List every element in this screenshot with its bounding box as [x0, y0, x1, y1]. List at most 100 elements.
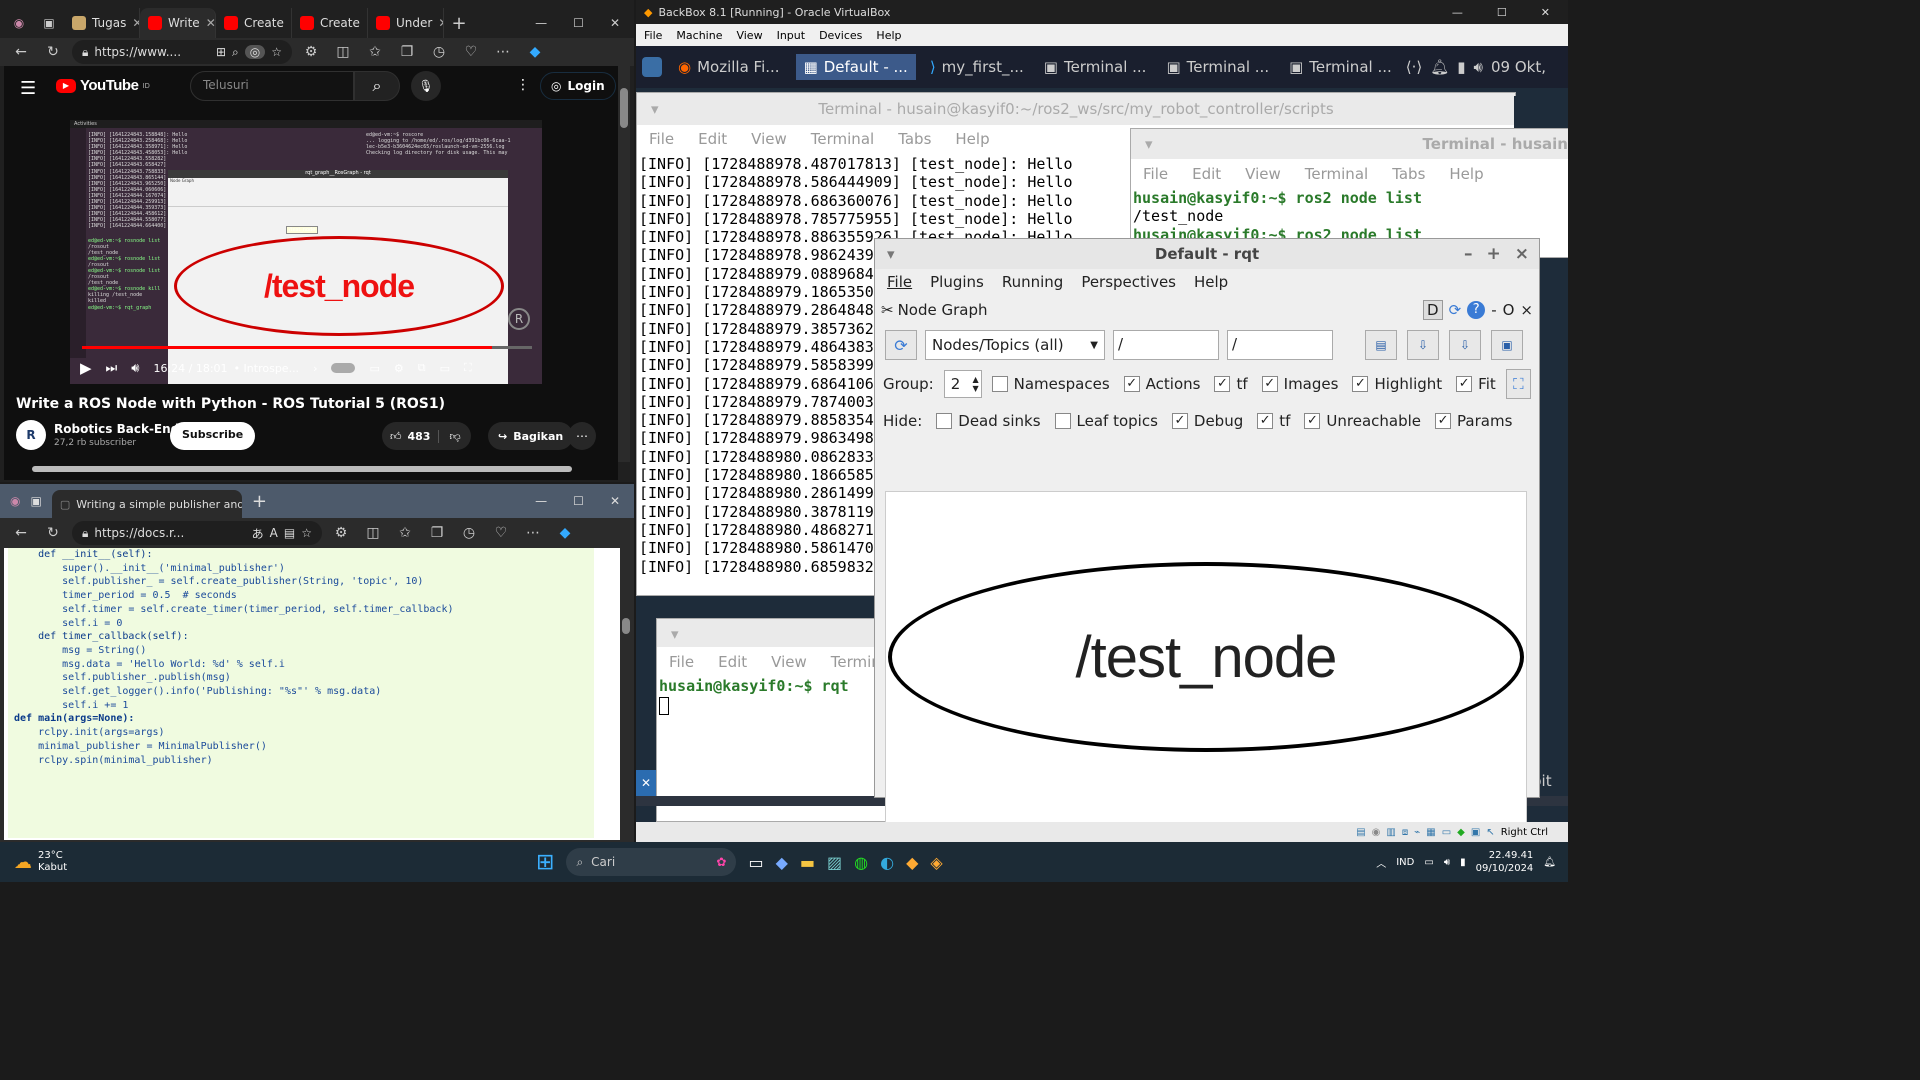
menu-tabs[interactable]: Tabs: [1392, 165, 1425, 183]
menu-plugins[interactable]: Plugins: [930, 273, 984, 291]
fit-view-icon[interactable]: ⛶: [1505, 369, 1531, 399]
menu-file[interactable]: File: [649, 130, 674, 148]
app-icon[interactable]: ◈: [930, 853, 942, 872]
menu-running[interactable]: Running: [1002, 273, 1063, 291]
collections-icon[interactable]: ❐: [394, 44, 420, 60]
mouse-icon[interactable]: ↖: [1486, 827, 1494, 838]
copilot-icon[interactable]: ◆: [552, 525, 578, 541]
network-icon[interactable]: ▭: [1424, 857, 1433, 868]
checkbox-debug[interactable]: ✓ Debug: [1171, 412, 1243, 430]
next-icon[interactable]: ⏭: [106, 361, 118, 376]
usb-icon[interactable]: ⌁: [1414, 827, 1420, 838]
menu-tabs[interactable]: Tabs: [898, 130, 931, 148]
empty-checkbox-icon[interactable]: [991, 376, 1008, 392]
load-dot-icon[interactable]: ▤: [1365, 330, 1397, 360]
node-ellipse[interactable]: /test_node: [888, 562, 1524, 752]
reload-icon[interactable]: ⟳: [1449, 301, 1462, 319]
menu-machine[interactable]: Machine: [676, 29, 722, 42]
float-panel-button[interactable]: O: [1503, 301, 1515, 319]
profile-icon[interactable]: ◉: [4, 8, 34, 38]
favorites-icon[interactable]: ✩: [392, 525, 418, 541]
checkbox-actions[interactable]: ✓ Actions: [1123, 375, 1200, 393]
fullscreen-icon[interactable]: ⛶: [464, 361, 472, 375]
start-icon[interactable]: ⊞: [536, 850, 554, 875]
volume-icon[interactable]: 🔊︎: [1444, 857, 1450, 868]
network-icon[interactable]: ⟨·⟩: [1406, 58, 1422, 76]
window-menu-icon[interactable]: ▾: [887, 245, 895, 263]
copilot-icon[interactable]: ◆: [776, 853, 788, 872]
minimize-icon[interactable]: —: [535, 16, 547, 30]
menu-input[interactable]: Input: [777, 29, 805, 42]
channel-name[interactable]: Robotics Back-End: [54, 422, 179, 436]
dislike-button[interactable]: 👎︎: [438, 429, 470, 443]
empty-checkbox-icon[interactable]: [936, 413, 953, 429]
shared-folder-icon[interactable]: ▦: [1426, 827, 1435, 838]
battery-icon[interactable]: ▮: [1460, 857, 1466, 868]
more-icon[interactable]: ⋯: [520, 525, 546, 541]
node-filter-input[interactable]: /: [1113, 330, 1219, 360]
checkbox-images[interactable]: ✓ Images: [1261, 375, 1338, 393]
more-actions-icon[interactable]: ⋯: [568, 422, 596, 450]
language-indicator[interactable]: IND: [1396, 857, 1414, 868]
tab-docs[interactable]: ▢Writing a simple publisher and su✕: [51, 490, 242, 518]
menu-icon[interactable]: ☰: [20, 78, 36, 99]
save-dot-icon[interactable]: ⇩: [1407, 330, 1439, 360]
history-icon[interactable]: ◷: [426, 44, 452, 60]
miniplayer-icon[interactable]: ⧉: [418, 361, 426, 375]
window-menu-icon[interactable]: ▾: [1145, 135, 1153, 153]
checkbox-namespaces[interactable]: Namespaces: [991, 375, 1110, 393]
tab-create-2[interactable]: Create✕: [292, 8, 368, 38]
extensions-icon[interactable]: ⚙: [298, 44, 324, 60]
chapter-title[interactable]: • Introspe...: [234, 362, 300, 375]
checkmark-icon[interactable]: ✓: [1352, 376, 1369, 392]
minimize-panel-button[interactable]: -: [1491, 301, 1496, 319]
network-icon[interactable]: ⧈: [1402, 827, 1408, 838]
scrollbar-thumb[interactable]: [622, 618, 630, 634]
translate-icon[interactable]: あ: [252, 525, 264, 542]
settings-icon[interactable]: ⚙: [394, 362, 404, 375]
microphone-icon[interactable]: 🎙︎: [411, 71, 441, 101]
checkbox-leaf-topics[interactable]: Leaf topics: [1054, 412, 1158, 430]
login-button[interactable]: ◎ Login: [540, 72, 616, 100]
new-tab-button[interactable]: +: [252, 491, 267, 512]
maximize-icon[interactable]: ☐: [1497, 6, 1507, 19]
photos-icon[interactable]: ▨: [827, 853, 842, 872]
minimize-icon[interactable]: —: [535, 494, 547, 508]
storage-icon[interactable]: ▤: [1356, 827, 1365, 838]
checkbox-unreachable[interactable]: ✓ Unreachable: [1304, 412, 1421, 430]
autoplay-toggle[interactable]: [331, 363, 356, 373]
weather-widget[interactable]: ☁ 23°C Kabut: [0, 850, 200, 874]
like-button[interactable]: 👍︎ 483: [382, 430, 438, 443]
checkbox-params[interactable]: ✓ Params: [1435, 412, 1512, 430]
close-panel-button[interactable]: ×: [1520, 301, 1533, 319]
refresh-graph-icon[interactable]: ⟳: [885, 330, 917, 360]
maximize-icon[interactable]: +: [1487, 244, 1501, 264]
copilot-icon[interactable]: ◆: [522, 44, 548, 60]
chevron-up-icon[interactable]: ︿: [1376, 855, 1386, 870]
menu-edit[interactable]: Edit: [698, 130, 727, 148]
checkbox-tf[interactable]: ✓ tf: [1257, 412, 1290, 430]
back-icon[interactable]: ←: [8, 44, 34, 60]
captions-icon[interactable]: ▭: [369, 362, 379, 375]
topic-filter-input[interactable]: /: [1227, 330, 1333, 360]
subscribe-button[interactable]: Subscribe: [170, 422, 256, 450]
reader-icon[interactable]: ▤: [284, 526, 295, 540]
menu-view[interactable]: View: [1245, 165, 1281, 183]
menu-view[interactable]: View: [736, 29, 762, 42]
horizontal-scrollbar[interactable]: [12, 464, 608, 474]
play-icon[interactable]: ▶: [80, 359, 92, 377]
menu-view[interactable]: View: [771, 653, 807, 671]
menu-perspectives[interactable]: Perspectives: [1081, 273, 1176, 291]
window-menu-icon[interactable]: ▾: [651, 100, 659, 118]
taskitem-terminal-2[interactable]: ▣ Terminal ...: [1160, 58, 1275, 76]
search-box[interactable]: ⌕ Cari ✿: [566, 848, 737, 876]
save-image-icon[interactable]: ▣: [1491, 330, 1523, 360]
optical-icon[interactable]: ◉: [1372, 827, 1381, 838]
checkmark-icon[interactable]: ✓: [1171, 413, 1188, 429]
checkbox-highlight[interactable]: ✓ Highlight: [1352, 375, 1442, 393]
maximize-icon[interactable]: ☐: [573, 494, 584, 508]
audio-icon[interactable]: ▥: [1386, 827, 1395, 838]
file-explorer-icon[interactable]: ▬: [800, 853, 815, 872]
graph-type-select[interactable]: Nodes/Topics (all) ▼: [925, 330, 1105, 360]
vertical-scrollbar[interactable]: [618, 66, 630, 462]
